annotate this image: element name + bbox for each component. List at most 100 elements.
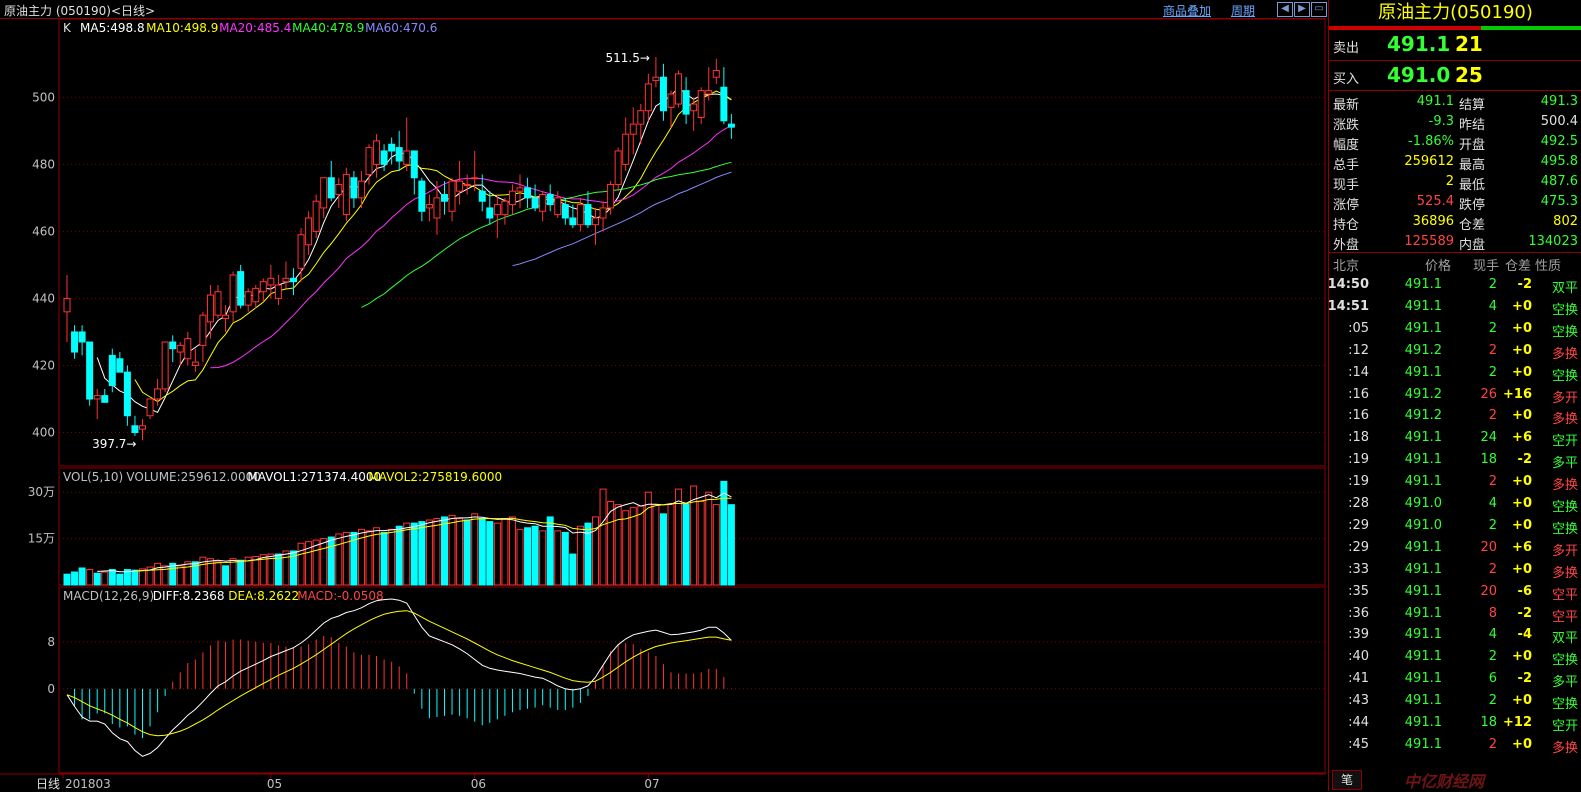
volume-bar <box>410 522 418 586</box>
high-annotation: 511.5→ <box>605 51 649 65</box>
quote-value: 134023 <box>1528 234 1578 249</box>
tick-nature: 空平 <box>1551 609 1578 625</box>
quote-row: 总手 259612 最高 495.8 <box>1329 152 1581 173</box>
tick-price: 491.1 <box>1404 693 1442 709</box>
tick-time: :12 <box>1348 342 1369 358</box>
candle-body <box>531 197 539 209</box>
tick-nature: 空换 <box>1551 653 1578 669</box>
tick-time: :45 <box>1348 736 1369 752</box>
volume-bar <box>441 516 448 586</box>
tick-row[interactable]: :14 491.1 2 +0 空换 <box>1329 362 1581 384</box>
quote-panel: 原油主力(050190) 卖出 491.1 21 买入 491.0 25 最新 4… <box>1328 0 1581 791</box>
candle-body <box>644 83 652 112</box>
tick-row[interactable]: :45 491.1 2 +0 多换 <box>1329 734 1581 756</box>
tick-price: 491.1 <box>1404 452 1442 468</box>
volume-bar <box>599 488 607 586</box>
quote-value: 492.5 <box>1540 134 1578 149</box>
tick-open-interest-change: -2 <box>1517 452 1532 468</box>
volume-bar <box>448 514 456 586</box>
y-tick-label: 400 <box>32 425 55 439</box>
nav-fullscreen-button[interactable]: ▭ <box>1311 2 1327 17</box>
candle-body <box>667 93 675 108</box>
tick-volume: 2 <box>1488 561 1497 577</box>
tick-volume: 2 <box>1488 342 1497 358</box>
overlay-commodity-link[interactable]: 商品叠加 <box>1163 2 1211 19</box>
tick-row[interactable]: :28 491.0 4 +0 空换 <box>1329 493 1581 515</box>
candle-body <box>501 200 509 216</box>
tick-row[interactable]: :35 491.1 20 -6 空平 <box>1329 581 1581 603</box>
volume-bar <box>365 530 373 586</box>
candle-body <box>259 281 267 293</box>
volume-bar <box>342 531 350 586</box>
candle-body <box>214 291 222 316</box>
panel-frame <box>58 19 1326 467</box>
tick-volume: 6 <box>1488 671 1497 687</box>
tick-row[interactable]: :12 491.2 2 +0 多换 <box>1329 340 1581 362</box>
tick-open-interest-change: -2 <box>1517 671 1532 687</box>
tick-open-interest-change: +0 <box>1512 561 1532 577</box>
candle-body <box>524 187 532 199</box>
tick-row[interactable]: :29 491.0 2 +0 空换 <box>1329 515 1581 537</box>
x-tick-label: 07 <box>644 777 659 791</box>
tick-nature: 空开 <box>1551 719 1578 734</box>
watermark-logo: 中亿财经网 <box>1404 772 1485 791</box>
quote-label: 总手 <box>1333 158 1360 173</box>
chart-header: 原油主力 (050190)<日线> 商品叠加 周期 ◀ ▶ ▭ <box>0 0 1327 19</box>
candle-body <box>161 341 169 390</box>
tick-nature: 空开 <box>1551 434 1578 450</box>
tick-row[interactable]: :33 491.1 2 +0 多换 <box>1329 559 1581 581</box>
volume-bar <box>184 561 192 586</box>
tick-row[interactable]: :18 491.1 24 +6 空开 <box>1329 427 1581 449</box>
kline-chart-area[interactable]: 400420440460480500K MA5:498.8 MA10:498.9 MA… <box>0 19 1326 791</box>
tick-time: :18 <box>1348 430 1369 446</box>
tick-open-interest-change: +0 <box>1512 364 1532 380</box>
macd-legend: DEA:8.2622 <box>228 589 299 603</box>
quote-value: 491.1 <box>1416 94 1454 109</box>
tick-row[interactable]: :41 491.1 6 -2 多平 <box>1329 668 1581 690</box>
nav-prev-button[interactable]: ◀ <box>1277 2 1293 17</box>
volume-bar <box>486 521 494 586</box>
volume-bar <box>705 491 713 586</box>
quote-row: 现手 2 最低 487.6 <box>1329 172 1581 193</box>
tick-header-cell: 价格 <box>1425 259 1452 274</box>
nav-next-button[interactable]: ▶ <box>1294 2 1310 17</box>
tick-row[interactable]: :29 491.1 20 +6 多开 <box>1329 537 1581 559</box>
candle-body <box>629 123 637 135</box>
volume-bar <box>63 573 71 586</box>
tick-open-interest-change: +0 <box>1512 342 1532 358</box>
quote-value: -9.3 <box>1428 114 1454 129</box>
quote-value: 2 <box>1445 174 1454 189</box>
tick-nature: 多换 <box>1551 412 1578 428</box>
tick-time: :39 <box>1348 627 1369 643</box>
tick-price: 491.1 <box>1404 649 1442 665</box>
tick-row[interactable]: :39 491.1 4 -4 双平 <box>1329 624 1581 646</box>
tick-open-interest-change: +0 <box>1512 649 1532 665</box>
tick-row[interactable]: :36 491.1 8 -2 空平 <box>1329 603 1581 625</box>
quote-row: 外盘 125589 内盘 134023 <box>1329 232 1581 253</box>
tick-row[interactable]: :16 491.2 26 +16 多开 <box>1329 384 1581 406</box>
tick-time: 14:51 <box>1327 298 1369 314</box>
candle-body <box>237 271 245 306</box>
tick-nature: 多平 <box>1551 456 1578 472</box>
candle-body <box>395 147 403 162</box>
period-link[interactable]: 周期 <box>1231 2 1255 19</box>
tick-time: :29 <box>1348 517 1369 533</box>
tick-open-interest-change: +6 <box>1512 430 1532 446</box>
volume-bar <box>222 565 230 586</box>
tick-row[interactable]: :05 491.1 2 +0 空换 <box>1329 318 1581 340</box>
tick-time: :19 <box>1348 452 1369 468</box>
tick-volume: 24 <box>1480 430 1497 446</box>
tick-open-interest-change: +0 <box>1512 408 1532 424</box>
tick-row[interactable]: 14:51 491.1 4 +0 空换 <box>1327 296 1581 318</box>
tab-trades[interactable]: 笔 <box>1332 770 1362 790</box>
tick-row[interactable]: :16 491.2 2 +0 多换 <box>1329 405 1581 427</box>
tick-row[interactable]: :44 491.1 18 +12 空开 <box>1329 712 1581 734</box>
tick-row[interactable]: :40 491.1 2 +0 空换 <box>1329 646 1581 668</box>
tick-row[interactable]: :19 491.1 18 -2 多平 <box>1329 449 1581 471</box>
tick-row[interactable]: :19 491.1 2 +0 多换 <box>1329 471 1581 493</box>
tick-row[interactable]: 14:50 491.1 2 -2 双平 <box>1328 274 1581 296</box>
tick-row[interactable]: :43 491.1 2 +0 空换 <box>1329 690 1581 712</box>
candle-body <box>554 197 562 216</box>
period-label: 日线 <box>36 777 60 791</box>
tick-volume: 2 <box>1488 736 1497 752</box>
